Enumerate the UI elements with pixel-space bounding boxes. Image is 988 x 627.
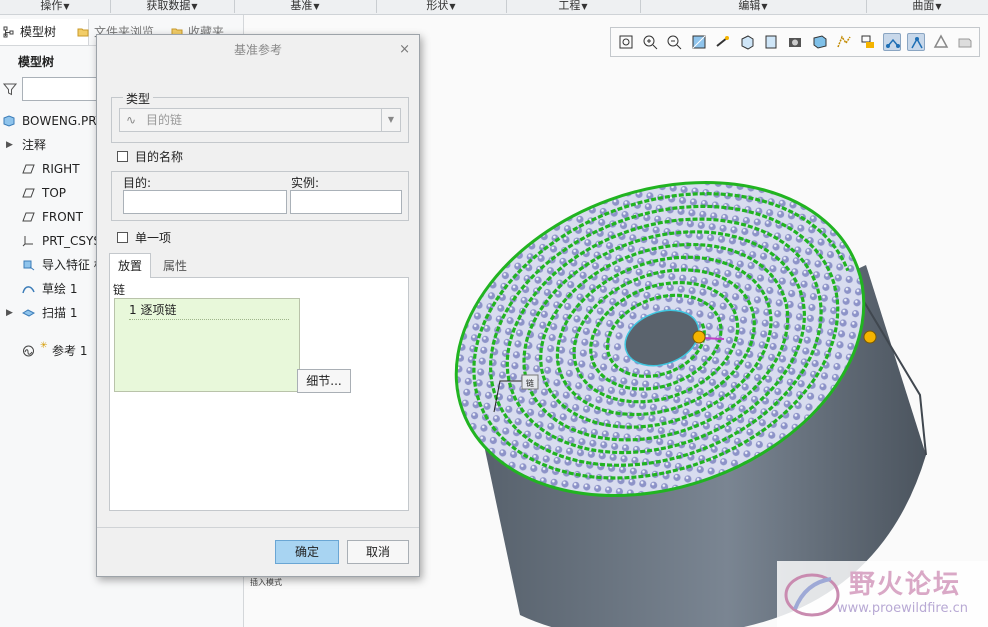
dropdown-arrow-icon: ▼ xyxy=(935,2,942,11)
ribbon-group-surfaces[interactable]: 曲面▼ xyxy=(866,0,988,13)
intent-label: 目的: xyxy=(123,176,152,190)
ribbon-group-engineering[interactable]: 工程▼ xyxy=(506,0,641,13)
filter-icon[interactable] xyxy=(2,82,18,100)
new-marker-icon: ✳ xyxy=(40,341,48,351)
perspective-icon-glyph xyxy=(813,35,827,49)
point-display-icon[interactable] xyxy=(883,33,902,51)
dropdown-arrow-icon: ▼ xyxy=(191,2,198,11)
dropdown-arrow-icon: ▼ xyxy=(313,2,320,11)
mode-label: 插入模式 xyxy=(250,578,282,587)
ribbon-group-operations[interactable]: 操作▼ xyxy=(0,0,111,13)
repaint-icon-glyph xyxy=(692,35,706,49)
folder-icon xyxy=(77,28,89,37)
display-style-icon-glyph xyxy=(741,35,754,50)
datum-plane-icon xyxy=(22,188,35,198)
zoom-in-icon[interactable] xyxy=(641,33,659,51)
dropdown-arrow-icon: ▼ xyxy=(581,2,588,11)
tree-search-input[interactable] xyxy=(22,77,98,101)
part-icon xyxy=(3,115,15,127)
cancel-button[interactable]: 取消 xyxy=(347,540,409,564)
chain-glyph-icon: ∿ xyxy=(126,113,137,127)
refit-icon-glyph xyxy=(619,35,633,49)
datum-plane-icon xyxy=(22,164,35,174)
annotation-display-icon-glyph xyxy=(861,35,874,48)
plane-display-icon[interactable] xyxy=(932,33,950,51)
point-display-icon-glyph xyxy=(886,38,901,48)
render-icon[interactable] xyxy=(956,33,974,51)
zoom-out-icon-glyph xyxy=(667,35,682,50)
saved-orientations-icon-glyph xyxy=(765,35,777,49)
dropdown-arrow-icon: ▼ xyxy=(449,2,456,11)
spin-center-icon-glyph xyxy=(716,36,729,47)
placement-panel: 链 1 逐项链 细节... xyxy=(109,277,409,511)
chain-label: 链 xyxy=(113,283,126,297)
sketch-icon xyxy=(22,286,35,294)
intent-name-label: 目的名称 xyxy=(135,150,184,164)
spin-center-icon[interactable] xyxy=(714,33,732,51)
zoom-out-icon[interactable] xyxy=(665,33,683,51)
csys-display-icon-glyph xyxy=(911,37,924,49)
instance-field[interactable] xyxy=(290,190,402,214)
single-item-label: 单一项 xyxy=(135,231,172,245)
type-select[interactable]: ∿ 目的链 ▼ xyxy=(119,108,401,132)
graphics-toolbar xyxy=(610,27,980,57)
intent-name-checkbox[interactable] xyxy=(117,151,128,162)
ribbon-group-editing[interactable]: 编辑▼ xyxy=(640,0,867,13)
display-style-icon[interactable] xyxy=(738,33,756,51)
tab-properties[interactable]: 属性 xyxy=(153,254,197,278)
close-icon[interactable]: × xyxy=(399,42,410,57)
plane-display-icon-glyph xyxy=(933,34,948,48)
datum-reference-dialog: 基准参考 × 类型 ∿ 目的链 ▼ 目的名称 目的: 实例: 单一项 放置 属性… xyxy=(96,34,420,577)
ribbon-group-datum[interactable]: 基准▼ xyxy=(234,0,377,13)
forum-watermark: 野火论坛 www.proewildfire.cn xyxy=(777,561,988,627)
watermark-url: www.proewildfire.cn xyxy=(837,601,968,616)
dropdown-arrow-icon: ▼ xyxy=(761,2,768,11)
intent-field[interactable] xyxy=(123,190,287,214)
ribbon-group-shapes[interactable]: 形状▼ xyxy=(376,0,507,13)
csys-display-icon[interactable] xyxy=(907,33,926,51)
chain-list-item[interactable]: 1 逐项链 xyxy=(129,301,289,320)
perspective-icon[interactable] xyxy=(811,33,829,51)
datum-display-filter-icon[interactable] xyxy=(835,33,853,51)
ribbon-group-get-data[interactable]: 获取数据▼ xyxy=(110,0,235,13)
model-tree-icon xyxy=(3,26,14,38)
zoom-in-icon-glyph xyxy=(643,35,658,50)
chain-end-handle[interactable] xyxy=(863,330,877,344)
tab-placement[interactable]: 放置 xyxy=(109,253,151,278)
datum-display-filter-icon-glyph xyxy=(837,35,851,48)
select-arrow-icon: ▼ xyxy=(381,109,400,131)
view-manager-icon-glyph xyxy=(789,38,802,47)
saved-orientations-icon[interactable] xyxy=(762,33,780,51)
dialog-separator xyxy=(97,527,419,528)
leader-tag-text: 链 xyxy=(526,378,534,388)
type-legend: 类型 xyxy=(123,90,154,107)
expand-arrow-icon[interactable]: ▶ xyxy=(6,135,13,155)
sweep-icon xyxy=(22,309,35,317)
render-icon-glyph xyxy=(958,38,972,48)
chain-start-handle[interactable] xyxy=(692,330,706,344)
csys-icon xyxy=(22,236,33,247)
annotation-display-icon[interactable] xyxy=(859,33,877,51)
single-item-checkbox[interactable] xyxy=(117,232,128,243)
import-feature-icon xyxy=(23,260,35,271)
ribbon-group-bar: 操作▼ 获取数据▼ 基准▼ 形状▼ 工程▼ 编辑▼ 曲面▼ xyxy=(0,0,988,15)
tree-title: 模型树 xyxy=(18,55,55,69)
expand-arrow-icon[interactable]: ▶ xyxy=(6,303,13,323)
repaint-icon[interactable] xyxy=(690,33,708,51)
details-button[interactable]: 细节... xyxy=(297,369,351,393)
instance-label: 实例: xyxy=(291,176,320,190)
dropdown-arrow-icon: ▼ xyxy=(63,2,70,11)
datum-plane-icon xyxy=(22,212,35,222)
dialog-title: 基准参考 xyxy=(233,43,282,57)
datum-reference-icon xyxy=(23,345,34,357)
refit-icon[interactable] xyxy=(617,33,635,51)
chain-list[interactable]: 1 逐项链 xyxy=(114,298,300,392)
ok-button[interactable]: 确定 xyxy=(275,540,339,564)
watermark-title: 野火论坛 xyxy=(849,570,962,600)
view-manager-icon[interactable] xyxy=(786,33,804,51)
